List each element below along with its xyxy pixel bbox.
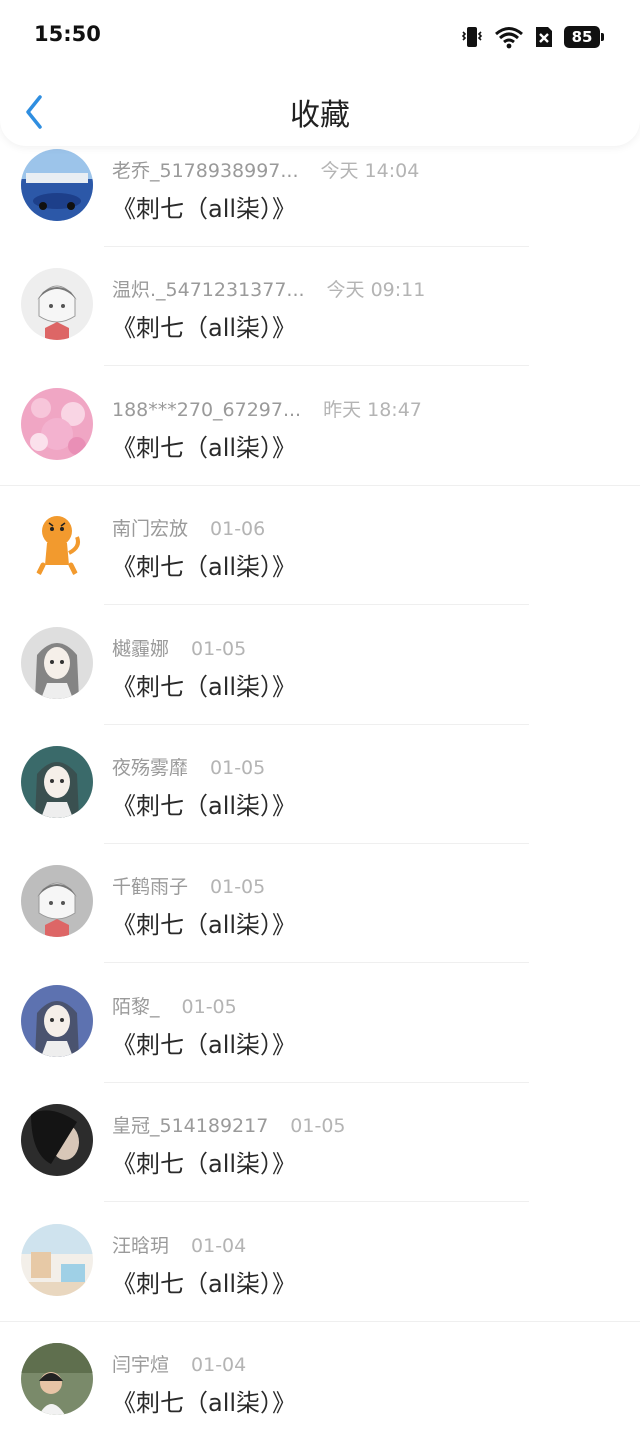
timestamp: 昨天 18:47 — [323, 398, 422, 421]
child-photo-icon[interactable] — [21, 1343, 93, 1415]
username[interactable]: 夜殇雾靡 — [112, 757, 188, 779]
item-meta: 温炽._5471231377... 今天 09:11 — [112, 275, 425, 302]
timestamp: 今天 14:04 — [320, 160, 420, 182]
book-title[interactable]: 《刺七（all柒）》 — [112, 189, 296, 224]
username[interactable]: 188***270_67297... — [112, 399, 301, 421]
list-item[interactable]: 夜殇雾靡 01-05 《刺七（all柒）》 — [0, 722, 640, 844]
status-time: 15:50 — [34, 22, 101, 46]
timestamp: 01-05 — [181, 995, 237, 1018]
book-title[interactable]: 《刺七（all柒）》 — [112, 1383, 296, 1418]
tiger-icon[interactable] — [21, 507, 93, 580]
anime-girl-icon[interactable] — [21, 746, 93, 818]
username[interactable]: 汪晗玥 — [112, 1235, 169, 1257]
username[interactable]: 南门宏放 — [112, 518, 188, 540]
timestamp: 01-05 — [210, 876, 266, 899]
list-item[interactable]: 陌黎_ 01-05 《刺七（all柒）》 — [0, 961, 640, 1083]
list-item[interactable]: 千鹤雨子 01-05 《刺七（all柒）》 — [0, 841, 640, 964]
item-meta: 汪晗玥 01-04 — [112, 1231, 246, 1258]
list-item[interactable]: 皇冠_514189217 01-05 《刺七（all柒）》 — [0, 1080, 640, 1203]
vibrate-icon — [461, 27, 483, 47]
anime-girl-icon[interactable] — [21, 626, 93, 699]
timestamp: 今天 09:11 — [326, 279, 426, 302]
item-meta: 188***270_67297... 昨天 18:47 — [112, 395, 422, 422]
timestamp: 01-05 — [191, 637, 247, 660]
portrait-icon[interactable] — [21, 1104, 93, 1177]
timestamp: 01-04 — [191, 1234, 247, 1257]
username[interactable]: 樾霾娜 — [112, 638, 169, 660]
anime-boy-icon[interactable] — [21, 268, 93, 341]
book-title[interactable]: 《刺七（all柒）》 — [112, 786, 296, 821]
username[interactable]: 皇冠_514189217 — [112, 1115, 268, 1137]
no-sim-icon — [536, 27, 552, 47]
list-item[interactable]: 闫宇煊 01-04 《刺七（all柒）》 — [0, 1319, 640, 1439]
wifi-icon — [495, 27, 523, 49]
item-meta: 千鹤雨子 01-05 — [112, 872, 265, 899]
list-item[interactable]: 汪晗玥 01-04 《刺七（all柒）》 — [0, 1200, 640, 1322]
book-title[interactable]: 《刺七（all柒）》 — [112, 1264, 296, 1299]
book-title[interactable]: 《刺七（all柒）》 — [112, 1144, 296, 1179]
username[interactable]: 闫宇煊 — [112, 1354, 169, 1376]
list-item[interactable]: 南门宏放 01-06 《刺七（all柒）》 — [0, 483, 640, 606]
book-title[interactable]: 《刺七（all柒）》 — [112, 428, 296, 463]
timestamp: 01-04 — [191, 1354, 247, 1376]
username[interactable]: 温炽._5471231377... — [112, 279, 305, 301]
timestamp: 01-05 — [210, 757, 266, 779]
page-title: 收藏 — [290, 98, 350, 133]
item-meta: 皇冠_514189217 01-05 — [112, 1111, 346, 1138]
book-title[interactable]: 《刺七（all柒）》 — [112, 905, 296, 940]
username[interactable]: 千鹤雨子 — [112, 876, 188, 898]
header-bar: 15:50 85 收藏 — [0, 0, 640, 146]
item-meta: 老乔_5178938997... 今天 14:04 — [112, 156, 419, 183]
list-item[interactable]: 188***270_67297... 昨天 18:47 《刺七（all柒）》 — [0, 364, 640, 486]
anime-boy-icon[interactable] — [21, 865, 93, 938]
timestamp: 01-05 — [290, 1115, 346, 1138]
item-meta: 樾霾娜 01-05 — [112, 634, 246, 661]
book-title[interactable]: 《刺七（all柒）》 — [112, 667, 296, 702]
item-meta: 夜殇雾靡 01-05 — [112, 753, 265, 780]
book-title[interactable]: 《刺七（all柒）》 — [112, 547, 296, 582]
battery-icon: 85 — [564, 26, 604, 48]
pink-girl-icon[interactable] — [21, 387, 93, 460]
list-item[interactable]: 樾霾娜 01-05 《刺七（all柒）》 — [0, 603, 640, 725]
anime-girl-icon[interactable] — [21, 984, 93, 1057]
username[interactable]: 老乔_5178938997... — [112, 160, 299, 182]
car-icon[interactable] — [21, 149, 93, 221]
list-item[interactable]: 温炽._5471231377... 今天 09:11 《刺七（all柒）》 — [0, 244, 640, 367]
username[interactable]: 陌黎_ — [112, 996, 160, 1018]
timestamp: 01-06 — [210, 518, 266, 541]
item-meta: 南门宏放 01-06 — [112, 514, 265, 541]
book-title[interactable]: 《刺七（all柒）》 — [112, 1025, 296, 1060]
book-title[interactable]: 《刺七（all柒）》 — [112, 308, 296, 343]
room-icon[interactable] — [21, 1223, 93, 1296]
item-meta: 陌黎_ 01-05 — [112, 992, 237, 1019]
status-icons: 85 — [460, 24, 604, 50]
item-meta: 闫宇煊 01-04 — [112, 1350, 246, 1377]
